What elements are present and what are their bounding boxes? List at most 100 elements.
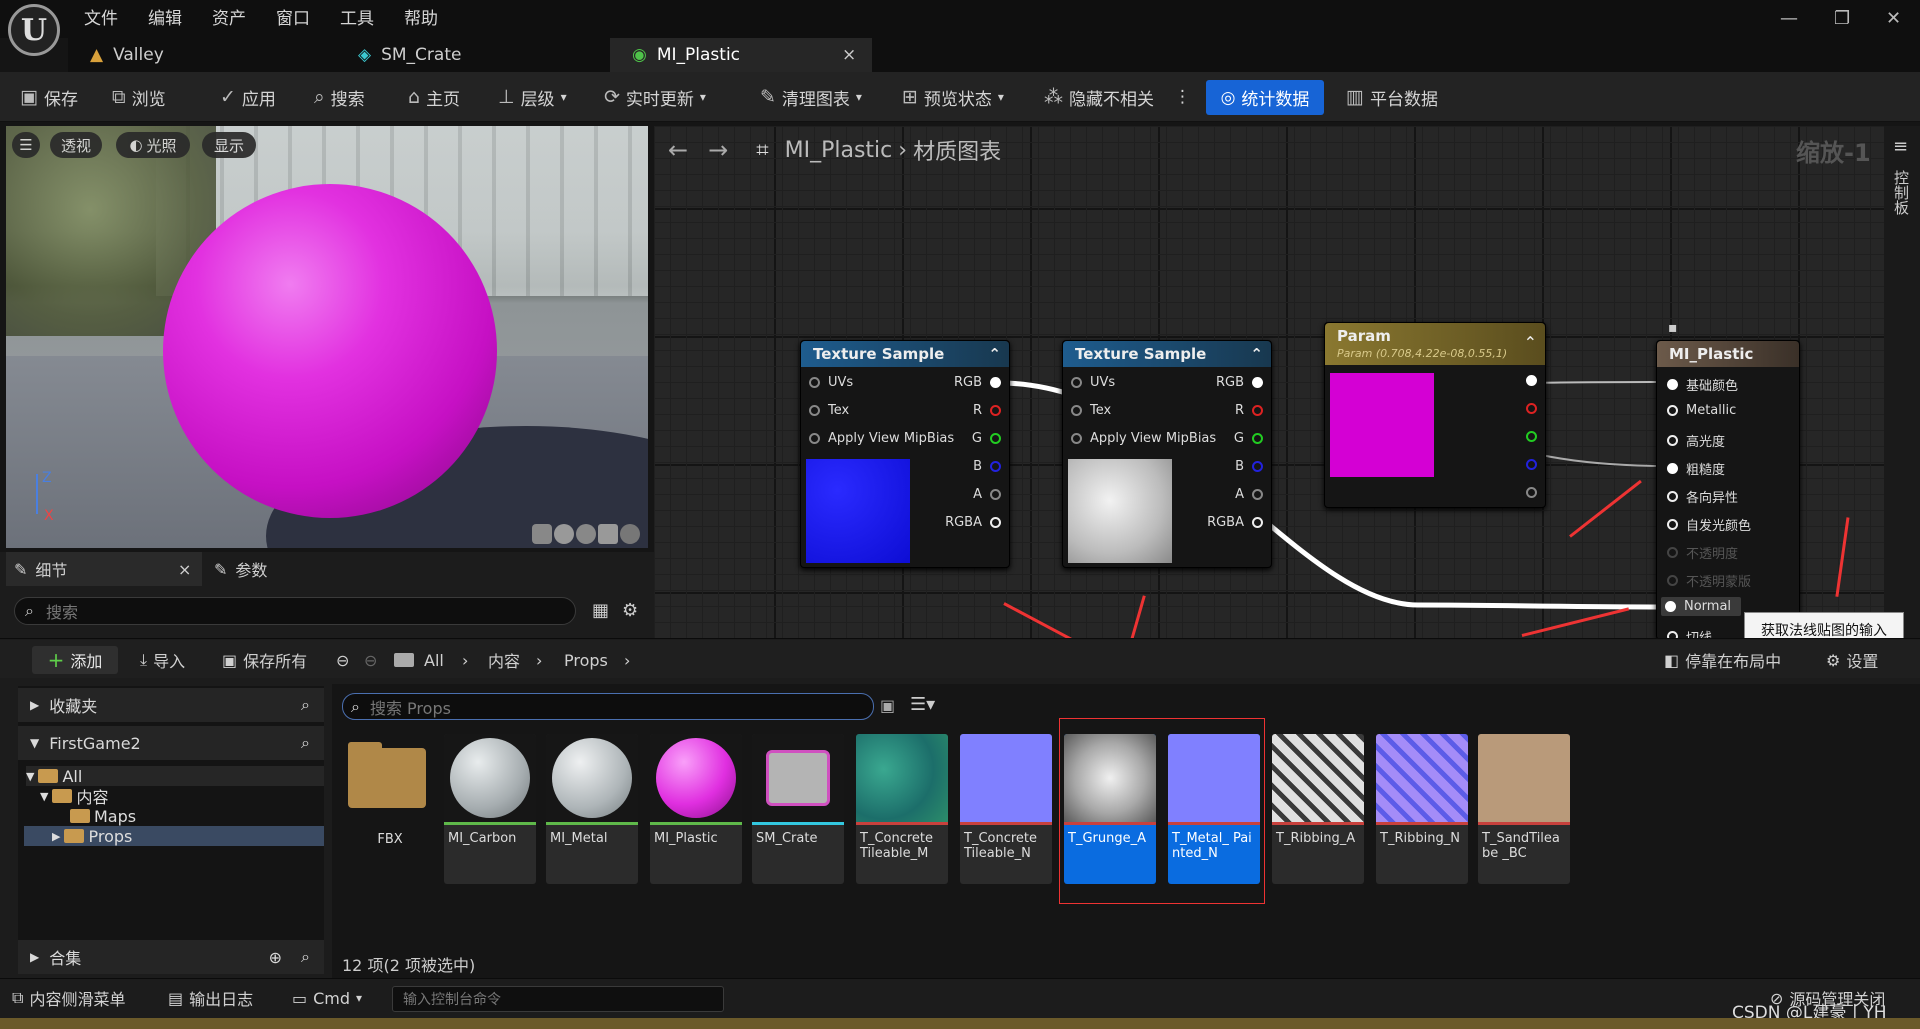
cmd-dropdown[interactable]: ▭ Cmd ▾ <box>292 978 362 1018</box>
hide-unrelated-button[interactable]: ⁂ 隐藏不相关 <box>1044 72 1154 122</box>
texture-sample-node-2[interactable]: Texture Sample ⌃ UVs Tex Apply View MipBi… <box>1062 340 1272 568</box>
restore-icon[interactable]: ❐ <box>1834 8 1850 29</box>
clean-graph-button[interactable]: ✎ 清理图表 ▾ <box>760 72 862 122</box>
material-preview-viewport[interactable]: Z X <box>6 126 648 548</box>
collections-header[interactable]: ▶ 合集 ⊕ ⌕ <box>18 940 324 974</box>
asset-tile-fbx[interactable]: FBX <box>344 734 436 884</box>
pin-normal[interactable]: Normal <box>1661 597 1741 616</box>
pin-g-out[interactable] <box>1526 431 1537 442</box>
pin-mipbias[interactable]: Apply View MipBias <box>1071 431 1216 446</box>
browse-button[interactable]: ⧉ 浏览 <box>112 72 166 122</box>
cylinder-icon[interactable] <box>532 524 552 544</box>
teapot-icon[interactable] <box>620 524 640 544</box>
save-button[interactable]: ▣ 保存 <box>20 72 78 122</box>
comment-bubble-icon[interactable]: ▪ <box>1668 320 1678 336</box>
pin-metallic[interactable]: Metallic <box>1667 403 1736 418</box>
preview-mesh-selector[interactable] <box>532 524 644 544</box>
pin-a-out[interactable] <box>1526 487 1537 498</box>
hierarchy-button[interactable]: ⊥ 层级 ▾ <box>498 72 567 122</box>
add-collection-icon[interactable]: ⊕ <box>269 948 282 967</box>
pin-out[interactable] <box>1526 375 1537 386</box>
menu-edit[interactable]: 编辑 <box>148 4 182 29</box>
asset-tile-sm-crate[interactable]: SM_Crate <box>752 734 844 884</box>
tab-valley[interactable]: ▲ Valley <box>68 38 336 72</box>
details-search-input[interactable]: ⌕ 搜索 <box>14 597 576 625</box>
pin-rgb-out[interactable]: RGB <box>954 375 1001 390</box>
pin-b-out[interactable]: B <box>1235 459 1263 474</box>
settings-gear-icon[interactable]: ⚙ <box>622 600 638 621</box>
live-update-button[interactable]: ⟳ 实时更新 ▾ <box>604 72 706 122</box>
pin-rgba-out[interactable]: RGBA <box>1207 515 1263 530</box>
console-command-input[interactable]: 输入控制台命令 <box>392 986 724 1012</box>
param-node[interactable]: Param Param (0.708,4.22e-08,0.55,1) ⌃ <box>1324 322 1546 508</box>
plane-icon[interactable] <box>576 524 596 544</box>
minimize-icon[interactable]: — <box>1780 8 1798 29</box>
breadcrumb-asset[interactable]: MI_Plastic <box>785 138 893 163</box>
path-all[interactable]: All <box>424 646 444 674</box>
asset-tile-t-concrete-m[interactable]: T_Concrete Tileable_M <box>856 734 948 884</box>
save-all-button[interactable]: ▣ 保存所有 <box>222 646 307 674</box>
path-content[interactable]: 内容 <box>488 646 520 674</box>
path-props[interactable]: Props <box>564 646 608 674</box>
show-button[interactable]: 显示 <box>202 132 256 158</box>
pin-rgba-out[interactable]: RGBA <box>945 515 1001 530</box>
tree-item-all[interactable]: ▼ All <box>26 766 324 786</box>
pin-base-color[interactable]: 基础颜色 <box>1667 375 1738 394</box>
pin-roughness[interactable]: 粗糙度 <box>1667 459 1725 478</box>
tree-item-maps[interactable]: Maps <box>70 806 136 826</box>
project-header[interactable]: ▼ FirstGame2 ⌕ <box>18 726 324 760</box>
favorites-header[interactable]: ▶ 收藏夹 ⌕ <box>18 688 324 722</box>
search-icon[interactable]: ⌕ <box>301 695 310 715</box>
asset-tile-t-ribbing-a[interactable]: T_Ribbing_A <box>1272 734 1364 884</box>
palette-tab[interactable]: 控制板 <box>1892 170 1912 215</box>
menu-asset[interactable]: 资产 <box>212 4 246 29</box>
tab-parameters[interactable]: ✎ 参数 <box>214 552 267 586</box>
collapse-icon[interactable]: ⌃ <box>1524 333 1537 352</box>
texture-sample-node-1[interactable]: Texture Sample ⌃ UVs Tex Apply View MipBi… <box>800 340 1010 568</box>
collapse-icon[interactable]: ⌃ <box>988 345 1001 363</box>
pin-uvs[interactable]: UVs <box>1071 375 1115 390</box>
pin-anisotropy[interactable]: 各向异性 <box>1667 487 1738 506</box>
tab-details[interactable]: ✎ 细节 × <box>6 552 202 586</box>
asset-tile-mi-plastic[interactable]: MI_Plastic <box>650 734 742 884</box>
asset-search-input[interactable]: ⌕ 搜索 Props <box>342 693 874 720</box>
history-forward-icon[interactable]: ⊖ <box>364 646 377 674</box>
close-details-icon[interactable]: × <box>178 560 191 579</box>
pin-g-out[interactable]: G <box>1234 431 1263 446</box>
tree-item-content[interactable]: ▼ 内容 <box>40 786 108 807</box>
pin-specular[interactable]: 高光度 <box>1667 431 1725 450</box>
collapse-icon[interactable]: ⌃ <box>1250 345 1263 363</box>
tree-item-props[interactable]: ▶ Props <box>24 826 324 846</box>
apply-button[interactable]: ✓ 应用 <box>220 72 276 122</box>
palette-list-icon[interactable]: ≡ <box>1893 136 1908 157</box>
cb-settings-button[interactable]: ⚙ 设置 <box>1826 646 1878 674</box>
lighting-button[interactable]: ◐ 光照 <box>116 132 190 158</box>
pin-uvs[interactable]: UVs <box>809 375 853 390</box>
asset-tile-t-sandtileabe-bc[interactable]: T_SandTileabe _BC <box>1478 734 1570 884</box>
asset-tile-mi-carbon[interactable]: MI_Carbon <box>444 734 536 884</box>
pin-tex[interactable]: Tex <box>809 403 849 418</box>
asset-tile-t-ribbing-n[interactable]: T_Ribbing_N <box>1376 734 1468 884</box>
add-button[interactable]: + 添加 <box>32 646 118 674</box>
import-button[interactable]: ⤓ 导入 <box>140 646 185 674</box>
pin-g-out[interactable]: G <box>972 431 1001 446</box>
stats-button[interactable]: ◎ 统计数据 <box>1206 80 1324 115</box>
preview-state-button[interactable]: ⊞ 预览状态 ▾ <box>902 72 1004 122</box>
asset-tile-mi-metal[interactable]: MI_Metal <box>546 734 638 884</box>
search-icon[interactable]: ⌕ <box>301 947 310 967</box>
filter-icon[interactable]: ☰▾ <box>910 694 935 715</box>
save-search-icon[interactable]: ▣ <box>880 696 895 715</box>
table-view-icon[interactable]: ▦ <box>592 600 609 621</box>
asset-tile-t-concrete-n[interactable]: T_Concrete Tileable_N <box>960 734 1052 884</box>
pin-mipbias[interactable]: Apply View MipBias <box>809 431 954 446</box>
pin-b-out[interactable] <box>1526 459 1537 470</box>
unreal-logo-icon[interactable]: U <box>8 4 60 56</box>
platform-stats-button[interactable]: ▥ 平台数据 <box>1346 72 1438 122</box>
sphere-icon[interactable] <box>554 524 574 544</box>
pin-b-out[interactable]: B <box>973 459 1001 474</box>
tab-sm-crate[interactable]: ◈ SM_Crate <box>336 38 610 72</box>
pin-a-out[interactable]: A <box>973 487 1001 502</box>
output-log-button[interactable]: ▤ 输出日志 <box>168 978 253 1018</box>
forward-arrow-icon[interactable]: → <box>708 136 728 164</box>
close-window-icon[interactable]: ✕ <box>1886 8 1901 29</box>
